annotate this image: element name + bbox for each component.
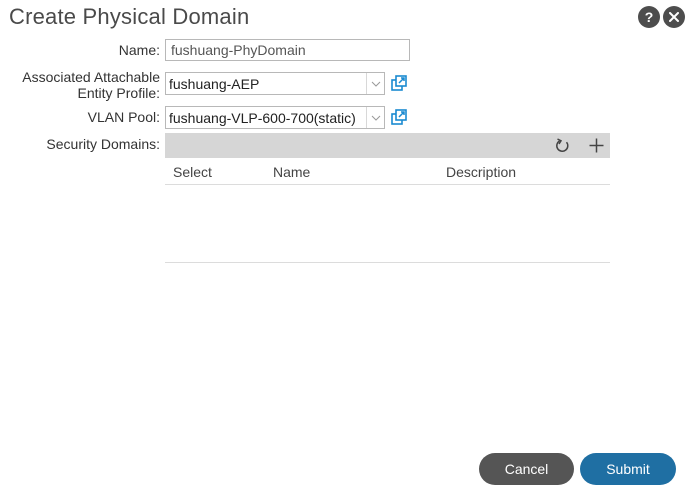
create-physical-domain-dialog: Create Physical Domain ? Name: Associate… xyxy=(0,0,696,496)
column-header-description[interactable]: Description xyxy=(446,164,516,180)
security-domains-label: Security Domains: xyxy=(46,136,160,152)
close-button[interactable] xyxy=(663,6,685,28)
aep-select-value: fushuang-AEP xyxy=(169,76,260,92)
vlan-pool-label: VLAN Pool: xyxy=(87,109,160,125)
aep-label: Associated Attachable Entity Profile: xyxy=(22,69,160,101)
dialog-title: Create Physical Domain xyxy=(9,4,250,29)
aep-label-line2: Entity Profile: xyxy=(77,85,160,101)
close-icon xyxy=(669,12,679,22)
chevron-down-icon[interactable] xyxy=(366,73,384,94)
refresh-icon[interactable] xyxy=(554,137,571,154)
add-icon[interactable] xyxy=(588,137,605,154)
open-aep-link-icon[interactable] xyxy=(391,75,407,91)
help-button[interactable]: ? xyxy=(638,6,660,28)
aep-label-line1: Associated Attachable xyxy=(22,69,160,85)
chevron-down-icon[interactable] xyxy=(366,107,384,128)
security-domains-table: Select Name Description xyxy=(165,133,610,263)
vlan-pool-select-value: fushuang-VLP-600-700(static) xyxy=(169,110,356,126)
aep-select[interactable]: fushuang-AEP xyxy=(165,72,385,95)
name-input[interactable] xyxy=(165,39,410,61)
submit-button[interactable]: Submit xyxy=(580,453,676,485)
cancel-button[interactable]: Cancel xyxy=(479,453,574,485)
table-body xyxy=(165,185,610,263)
vlan-pool-select[interactable]: fushuang-VLP-600-700(static) xyxy=(165,106,385,129)
table-header: Select Name Description xyxy=(165,158,610,185)
table-toolbar xyxy=(165,133,610,158)
column-header-name[interactable]: Name xyxy=(273,164,310,180)
open-vlan-pool-link-icon[interactable] xyxy=(391,109,407,125)
column-header-select[interactable]: Select xyxy=(173,164,212,180)
name-label: Name: xyxy=(118,42,160,58)
question-icon: ? xyxy=(644,9,654,25)
